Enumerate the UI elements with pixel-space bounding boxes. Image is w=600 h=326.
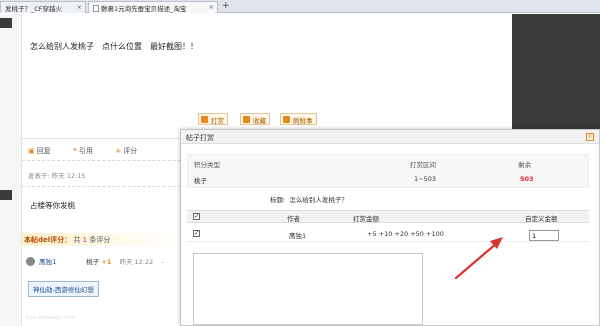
- annotation-arrow: [454, 237, 503, 280]
